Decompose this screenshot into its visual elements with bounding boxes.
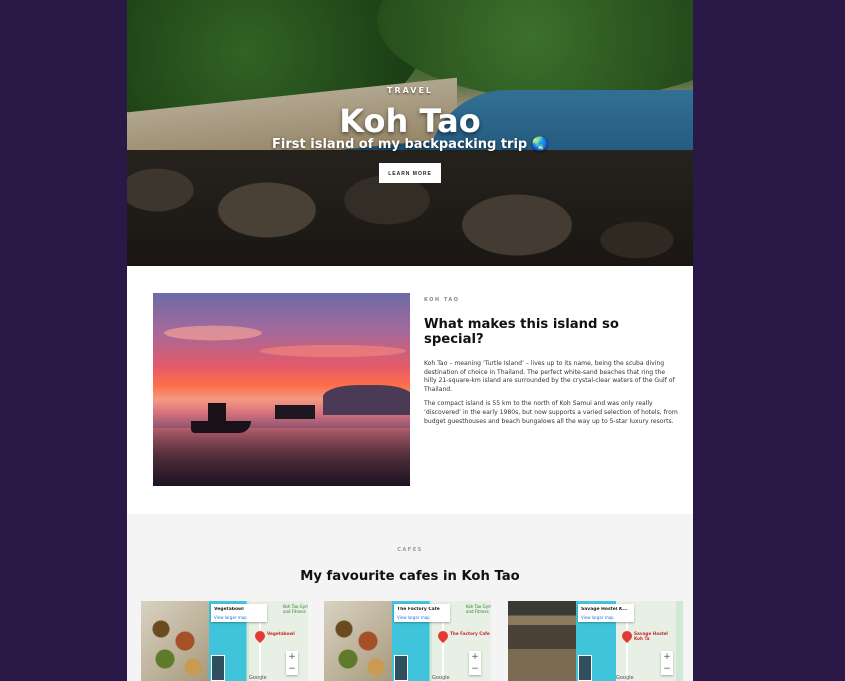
hero-section: TRAVEL Koh Tao First island of my backpa… [127,0,693,266]
zoom-out-button[interactable]: − [469,663,481,675]
about-title: What makes this island so special? [424,317,619,347]
boat-silhouette [191,421,251,433]
cafes-section: CAFES My favourite cafes in Koh Tao Vege… [127,514,693,681]
map-infobox: The Factory Cafe View larger map [394,604,450,622]
google-logo: Google [616,675,634,681]
zoom-out-button[interactable]: − [286,663,298,675]
google-logo: Google [432,675,450,681]
about-paragraph: Koh Tao – meaning ‘Turtle Island’ – live… [424,360,675,393]
cafe-name: The Factory Cafe [397,607,440,612]
boat-cabin [208,403,226,423]
map-pin-label: Savage Hostel Koh Ta [634,631,668,641]
water-reflection [153,428,410,486]
zoom-out-button[interactable]: − [661,663,673,675]
sunset-clouds [153,313,410,373]
cafe-card: The Factory Cafe Koh Tao Gym and Fitness… [324,601,491,681]
cafe-photo [141,601,209,681]
map-pin-label: The Factory Cafe [450,631,490,636]
zoom-in-button[interactable]: + [661,651,673,663]
street-view-thumbnail[interactable] [211,655,225,681]
cafe-photo [508,601,576,681]
cafes-title: My favourite cafes in Koh Tao [300,569,520,584]
cafe-card: Vegetabowl Koh Tao Gym and Fitness Veget… [141,601,308,681]
view-larger-map-link[interactable]: View larger map [214,615,247,620]
hero-subtitle: First island of my backpacking trip 🌏 [272,137,548,152]
cafe-name: Vegetabowl [214,607,244,612]
map-zoom-control: + − [661,651,673,675]
zoom-in-button[interactable]: + [286,651,298,663]
about-text: KOH TAO What makes this island so specia… [424,297,679,432]
map-zoom-control: + − [469,651,481,675]
horizon-island [323,385,410,415]
map-zoom-control: + − [286,651,298,675]
street-view-thumbnail[interactable] [394,655,408,681]
google-logo: Google [249,675,267,681]
hero-content: TRAVEL Koh Tao First island of my backpa… [127,0,693,266]
sunset-boat-image [153,293,410,486]
street-view-thumbnail[interactable] [578,655,592,681]
cafe-card: Savage Hostel Koh Ta Savage Hostel K... … [508,601,683,681]
cafe-name: Savage Hostel K... [581,607,628,612]
map-infobox: Savage Hostel K... View larger map [578,604,634,622]
ship-silhouette [275,405,315,419]
learn-more-button[interactable]: LEARN MORE [379,163,441,183]
view-larger-map-link[interactable]: View larger map [397,615,430,620]
map-pin-label: Vegetabowl [267,631,295,636]
page: TRAVEL Koh Tao First island of my backpa… [127,0,693,681]
map-infobox: Vegetabowl View larger map [211,604,267,622]
zoom-in-button[interactable]: + [469,651,481,663]
hero-title: Koh Tao [339,102,481,140]
map-poi-label: Koh Tao Gym and Fitness [283,604,308,614]
hero-eyebrow: TRAVEL [386,86,434,95]
about-paragraph: The compact island is 55 km to the north… [424,400,678,425]
about-kicker: KOH TAO [424,297,460,303]
view-larger-map-link[interactable]: View larger map [581,615,614,620]
cafes-kicker: CAFES [397,547,423,553]
map-poi-label: Koh Tao Gym and Fitness [466,604,491,614]
cafe-photo [324,601,392,681]
